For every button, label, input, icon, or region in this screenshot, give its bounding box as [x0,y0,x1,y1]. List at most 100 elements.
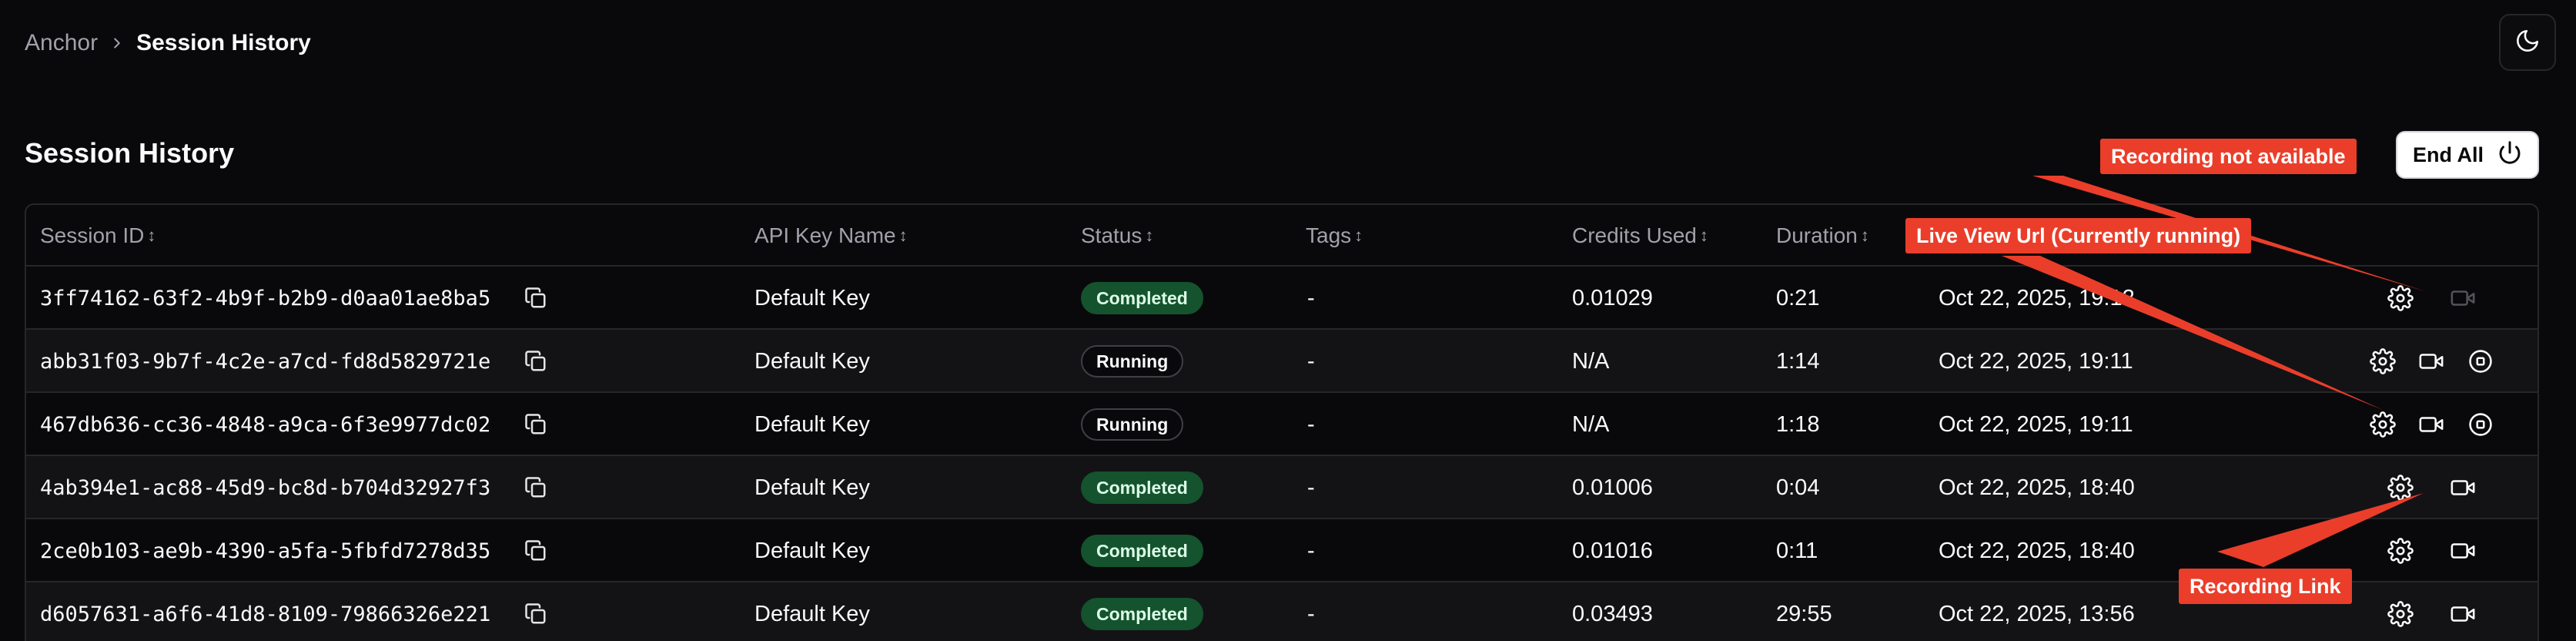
status-badge: Completed [1081,282,1203,314]
theme-toggle-button[interactable] [2499,14,2556,71]
gear-icon[interactable] [2385,283,2416,314]
power-icon [2497,140,2522,170]
callout-recording-link: Recording Link [2179,569,2352,604]
created-at-cell: Oct 22, 2025, 19:11 [1939,348,2133,374]
video-icon[interactable] [2447,599,2478,629]
status-cell: Completed [1081,267,1203,330]
page-title: Session History [25,137,235,169]
session-id-cell: d6057631-a6f6-41d8-8109-79866326e221 [40,602,491,626]
table-row: 467db636-cc36-4848-a9ca-6f3e9977dc02 Defa… [26,393,2538,456]
copy-icon[interactable] [521,410,550,439]
created-at-cell: Oct 22, 2025, 18:40 [1939,538,2135,563]
duration-cell: 29:55 [1776,601,1832,626]
breadcrumb-root-link[interactable]: Anchor [25,30,98,56]
header-duration[interactable]: Duration ↕ [1776,205,1869,267]
status-cell: Completed [1081,519,1203,582]
session-id-cell: 2ce0b103-ae9b-4390-a5fa-5fbfd7278d35 [40,539,491,563]
header-api-key-name[interactable]: API Key Name ↕ [754,205,908,267]
status-cell: Completed [1081,582,1203,641]
credits-used-cell: 0.01016 [1572,538,1653,563]
sort-icon: ↕ [1354,226,1363,245]
breadcrumb: Anchor Session History [25,28,311,59]
sessions-table: Session ID ↕ API Key Name ↕ Status ↕ Tags ↕ … [25,203,2539,641]
table-row: 4ab394e1-ac88-45d9-bc8d-b704d32927f3 Defa… [26,456,2538,519]
created-at-cell: Oct 22, 2025, 19:11 [1939,411,2133,437]
video-icon[interactable] [2416,346,2447,377]
api-key-name-cell: Default Key [754,348,870,374]
api-key-name-cell: Default Key [754,411,870,437]
breadcrumb-current: Session History [136,30,311,55]
copy-icon[interactable] [521,599,550,629]
sort-icon: ↕ [1860,226,1869,245]
copy-icon[interactable] [521,347,550,376]
copy-icon[interactable] [521,536,550,565]
tags-cell: - [1307,538,1315,563]
table-row: 3ff74162-63f2-4b9f-b2b9-d0aa01ae8ba5 Defa… [26,267,2538,330]
sort-icon: ↕ [1145,226,1154,245]
end-all-button[interactable]: End All [2396,131,2539,179]
stop-circle-icon[interactable] [2465,409,2496,440]
end-all-label: End All [2413,143,2484,166]
tags-cell: - [1307,601,1315,626]
status-badge: Running [1081,408,1184,441]
copy-icon[interactable] [521,473,550,502]
gear-icon[interactable] [2385,535,2416,566]
video-icon[interactable] [2447,535,2478,566]
status-badge: Completed [1081,598,1203,630]
created-at-cell: Oct 22, 2025, 13:56 [1939,601,2135,626]
copy-icon[interactable] [521,284,550,313]
table-row: 2ce0b103-ae9b-4390-a5fa-5fbfd7278d35 Defa… [26,519,2538,582]
gear-icon[interactable] [2367,409,2398,440]
session-history-page: Anchor Session History Session History E… [0,0,2576,641]
callout-recording-not-available: Recording not available [2100,139,2357,174]
callout-live-view-url: Live View Url (Currently running) [1905,218,2252,253]
session-id-cell: 467db636-cc36-4848-a9ca-6f3e9977dc02 [40,412,491,437]
credits-used-cell: 0.03493 [1572,601,1653,626]
duration-cell: 0:21 [1776,285,1820,310]
status-badge: Completed [1081,472,1203,504]
sort-icon: ↕ [898,226,908,245]
status-cell: Running [1081,393,1184,456]
credits-used-cell: 0.01029 [1572,285,1653,310]
created-at-cell: Oct 22, 2025, 18:40 [1939,475,2135,500]
gear-icon[interactable] [2367,346,2398,377]
status-cell: Running [1081,330,1184,393]
api-key-name-cell: Default Key [754,601,870,626]
gear-icon[interactable] [2385,472,2416,503]
credits-used-cell: N/A [1572,411,1610,437]
duration-cell: 0:04 [1776,475,1820,500]
header-tags[interactable]: Tags ↕ [1306,205,1363,267]
credits-used-cell: N/A [1572,348,1610,374]
table-row: abb31f03-9b7f-4c2e-a7cd-fd8d5829721e Defa… [26,330,2538,393]
sort-icon: ↕ [147,226,156,245]
sort-icon: ↕ [1699,226,1708,245]
session-id-cell: 3ff74162-63f2-4b9f-b2b9-d0aa01ae8ba5 [40,286,491,310]
created-at-cell: Oct 22, 2025, 19:12 [1939,285,2135,310]
stop-circle-icon[interactable] [2465,346,2496,377]
session-id-cell: 4ab394e1-ac88-45d9-bc8d-b704d32927f3 [40,475,491,500]
header-session-id[interactable]: Session ID ↕ [40,205,156,267]
video-icon[interactable] [2416,409,2447,440]
tags-cell: - [1307,348,1315,374]
tags-cell: - [1307,285,1315,310]
session-id-cell: abb31f03-9b7f-4c2e-a7cd-fd8d5829721e [40,349,491,374]
api-key-name-cell: Default Key [754,285,870,310]
tags-cell: - [1307,475,1315,500]
duration-cell: 0:11 [1776,538,1818,563]
moon-icon [2514,28,2541,58]
header-status[interactable]: Status ↕ [1081,205,1153,267]
duration-cell: 1:18 [1776,411,1820,437]
status-cell: Completed [1081,456,1203,519]
header-credits-used[interactable]: Credits Used ↕ [1572,205,1708,267]
duration-cell: 1:14 [1776,348,1820,374]
api-key-name-cell: Default Key [754,538,870,563]
gear-icon[interactable] [2385,599,2416,629]
status-badge: Running [1081,345,1184,378]
table-row: d6057631-a6f6-41d8-8109-79866326e221 Defa… [26,582,2538,641]
chevron-right-icon [109,35,125,52]
credits-used-cell: 0.01006 [1572,475,1653,500]
api-key-name-cell: Default Key [754,475,870,500]
video-off-icon [2447,283,2478,314]
status-badge: Completed [1081,535,1203,567]
video-icon[interactable] [2447,472,2478,503]
